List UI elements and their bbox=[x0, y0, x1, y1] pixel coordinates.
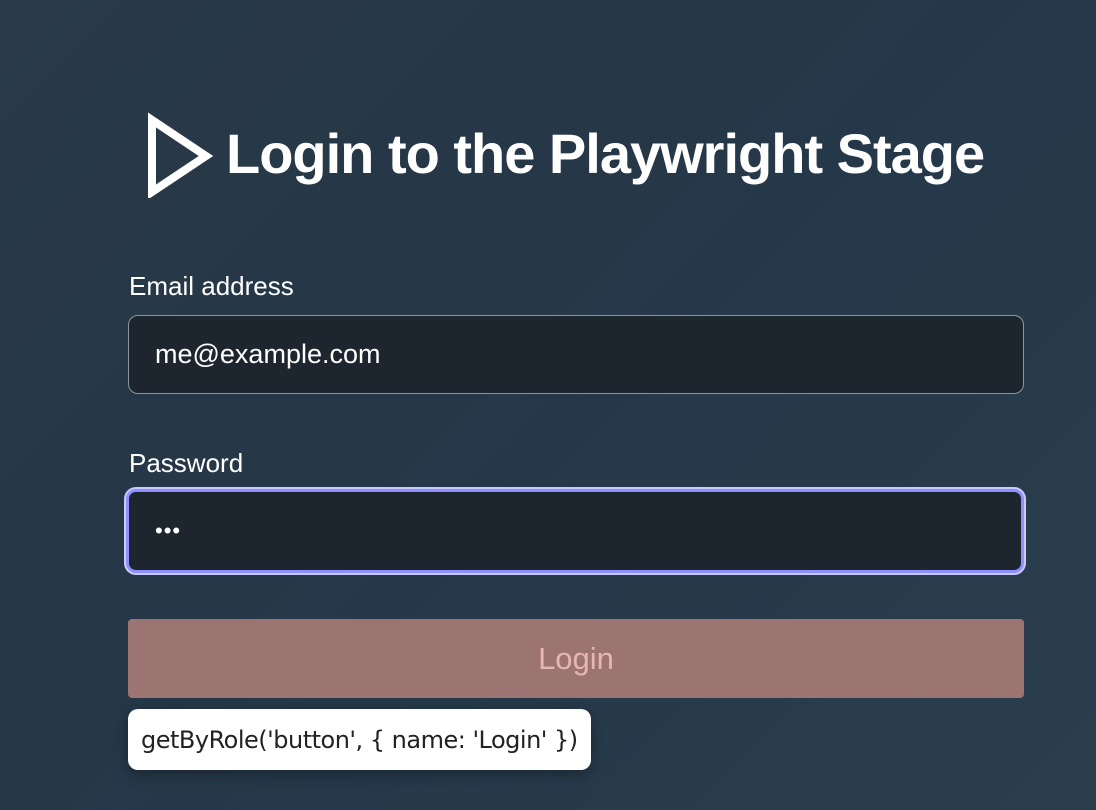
locator-tooltip: getByRole('button', { name: 'Login' }) bbox=[128, 709, 591, 770]
email-field[interactable]: me@example.com bbox=[128, 315, 1024, 394]
header: Login to the Playwright Stage bbox=[144, 112, 985, 198]
password-field[interactable]: ••• bbox=[126, 489, 1024, 573]
tooltip-text: getByRole('button', { name: 'Login' }) bbox=[141, 725, 578, 754]
password-label: Password bbox=[129, 448, 244, 478]
password-value: ••• bbox=[155, 518, 182, 543]
play-triangle-icon bbox=[148, 112, 214, 198]
email-label: Email address bbox=[129, 271, 294, 301]
page-title: Login to the Playwright Stage bbox=[226, 122, 985, 186]
login-button[interactable]: Login bbox=[128, 619, 1024, 698]
email-value: me@example.com bbox=[155, 339, 381, 369]
